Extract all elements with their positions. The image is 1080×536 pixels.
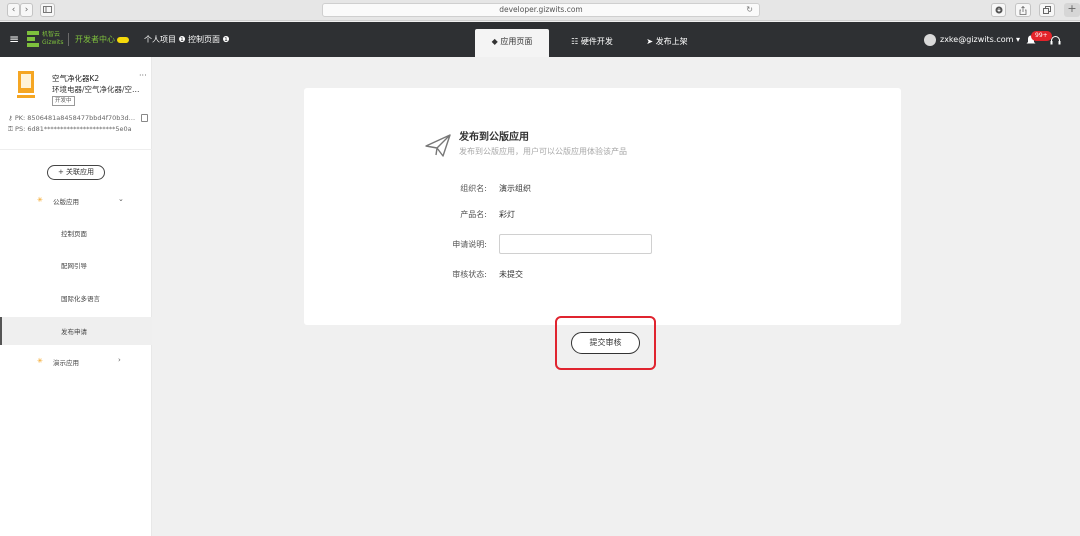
snowflake-icon: ✳ [37,357,43,365]
apply-note-label: 申请说明: [452,240,487,249]
sidebar-item-control-page[interactable]: 控制页面 [0,219,152,247]
user-email: zxke@gizwits.com [940,35,1014,44]
review-status-label: 审核状态: [452,270,487,279]
tab-label: 应用页面 [500,37,533,46]
back-icon: ‹ [11,5,16,15]
product-name: 空气净化器K2 [52,74,100,83]
send-icon: ➤ [646,37,654,46]
personal-project-link[interactable]: 个人项目 ❶ [144,22,186,57]
sliders-icon: ☷ [571,37,579,46]
sidebar-item-publish-request[interactable]: 发布申请 [0,317,152,345]
sidebar-item-network-guide[interactable]: 配网引导 [0,251,152,279]
tab-app-pages[interactable]: ◆ 应用页面 [475,29,549,57]
dev-center-link[interactable]: 开发者中心 [75,22,129,57]
snowflake-icon: ✳ [37,196,43,204]
personal-project-label: 个人项目 [144,35,176,44]
notification-badge: 99+ [1031,31,1052,41]
page-subtitle: 发布到公版应用，用户可以公版应用体验该产品 [459,147,627,156]
lock-icon: ⚿ [8,125,13,133]
product-status-badge: 开发中 [52,96,75,106]
more-icon[interactable]: ··· [139,71,147,80]
top-navigation: ≡ 机智云 Gizwits 开发者中心 个人项目 ❶ 控制页面 ❶ ◆ 应用页面… [0,22,1080,57]
caret-down-icon: ▾ [1015,35,1020,44]
download-button[interactable] [991,3,1006,17]
sidebar-item-public-app[interactable]: ✳ 公版应用 ⌄ [0,187,152,215]
address-bar[interactable]: developer.gizwits.com ↻ [322,3,760,17]
sidebar-toggle-button[interactable] [40,3,55,17]
apply-note-input[interactable] [499,234,652,254]
tabs-button[interactable] [1039,3,1055,17]
associate-app-button[interactable]: + 关联应用 [47,165,105,180]
reload-icon[interactable]: ↻ [746,4,753,16]
ps-value: 6d81**********************5e0a [27,125,132,133]
browser-toolbar: ‹ › developer.gizwits.com ↻ + [0,0,1080,21]
org-value: 演示组织 [499,184,531,193]
tab-label: 硬件开发 [580,37,613,46]
org-label: 组织名: [460,184,487,193]
share-button[interactable] [1015,3,1031,17]
pk-label: PK: [14,114,26,122]
dev-center-label: 开发者中心 [75,35,115,44]
menu-icon[interactable]: ≡ [9,22,19,57]
user-menu[interactable]: zxke@gizwits.com ▾ [940,22,1020,57]
sidebar-item-label: 配网引导 [61,262,87,270]
paper-plane-icon [425,134,451,157]
sidebar-divider [0,149,152,150]
info-icon: ❶ [222,35,230,44]
ps-label: PS: [15,125,26,133]
forward-button[interactable]: › [20,3,33,17]
info-icon: ❶ [178,35,186,44]
back-button[interactable]: ‹ [7,3,20,17]
beta-badge [117,36,129,43]
tab-hardware-dev[interactable]: ☷ 硬件开发 [555,29,629,57]
sidebar-item-label: 发布申请 [61,328,87,336]
page-title: 发布到公版应用 [459,132,529,143]
product-image [17,71,35,98]
copy-icon[interactable] [141,114,148,122]
review-status-value: 未提交 [499,270,523,279]
new-tab-button[interactable]: + [1064,3,1080,17]
tab-label: 发布上架 [655,37,688,46]
forward-icon: › [24,5,29,15]
publish-card: 发布到公版应用 发布到公版应用，用户可以公版应用体验该产品 组织名: 演示组织 … [304,88,901,325]
pk-line: ⚷ PK: 8506481a8458477bbd4f70b3d… [8,114,135,122]
submit-review-button[interactable]: 提交审核 [571,332,640,354]
sidebar-item-i18n[interactable]: 国际化多语言 [0,284,152,312]
download-icon [995,6,1002,14]
sidebar-item-label: 国际化多语言 [61,295,100,303]
product-label: 产品名: [460,210,487,219]
sidebar: 空气净化器K2 ··· 环境电器/空气净化器/空… 开发中 ⚷ PK: 8506… [0,57,152,536]
brand-cn: 机智云 [42,31,61,38]
tab-publish[interactable]: ➤ 发布上架 [630,29,704,57]
share-icon [1019,5,1027,15]
ps-line: ⚿ PS: 6d81**********************5e0a [8,125,132,134]
tabs-icon [1043,6,1051,14]
chevron-down-icon: ⌄ [118,195,124,203]
sidebar-item-label: 演示应用 [53,359,79,367]
sidebar-item-label: 公版应用 [53,198,79,206]
pk-value: 8506481a8458477bbd4f70b3d… [27,114,136,122]
user-avatar[interactable] [924,34,936,46]
url-text: developer.gizwits.com [499,5,583,14]
control-page-link[interactable]: 控制页面 ❶ [188,22,230,57]
product-value: 彩灯 [499,210,515,219]
product-category: 环境电器/空气净化器/空… [52,85,140,94]
brand-en: Gizwits [42,39,64,46]
brand-divider [68,33,69,46]
sidebar-icon [43,6,52,13]
control-page-label: 控制页面 [188,35,220,44]
chevron-right-icon: › [118,356,121,364]
brand-logo: 机智云 Gizwits [42,31,64,47]
sidebar-item-demo-app[interactable]: ✳ 演示应用 › [0,348,152,376]
key-icon: ⚷ [8,114,13,122]
plus-icon: + [1067,2,1077,15]
diamond-icon: ◆ [491,37,498,46]
gizwits-logo-icon [27,31,39,47]
sidebar-item-label: 控制页面 [61,230,87,238]
